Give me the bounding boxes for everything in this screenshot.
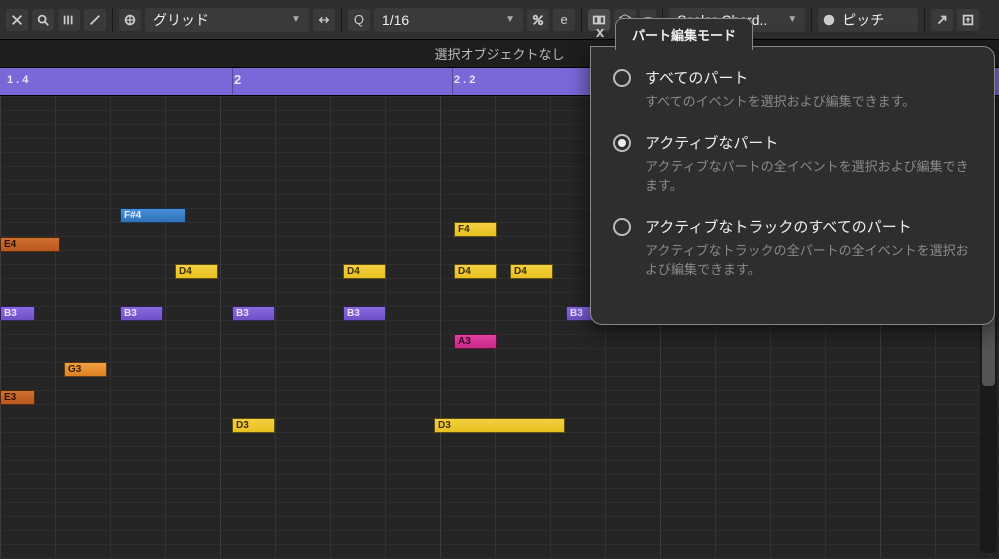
- radio-title: アクティブなトラックのすべてのパート: [645, 216, 972, 237]
- radio-desc: すべてのイベントを選択および編集できます。: [645, 92, 972, 112]
- radio-desc: アクティブなパートの全イベントを選択および編集できます。: [645, 157, 972, 196]
- midi-note[interactable]: A3: [454, 334, 497, 349]
- percent-icon[interactable]: [527, 9, 549, 31]
- selection-status: 選択オブジェクトなし: [434, 44, 564, 63]
- export-icon[interactable]: [957, 9, 979, 31]
- snap-icon[interactable]: [119, 9, 141, 31]
- midi-note[interactable]: E3: [0, 390, 35, 405]
- popover-title: パート編集モード: [615, 18, 753, 50]
- radio-button[interactable]: [613, 69, 631, 87]
- midi-note[interactable]: F#4: [120, 208, 186, 223]
- radio-button[interactable]: [613, 134, 631, 152]
- quantize-icon[interactable]: Q: [348, 9, 370, 31]
- pitch-dropdown[interactable]: ピッチ: [818, 8, 918, 32]
- midi-note[interactable]: G3: [64, 362, 107, 377]
- zoom-icon[interactable]: [32, 9, 54, 31]
- midi-note[interactable]: B3: [120, 306, 163, 321]
- midi-note[interactable]: B3: [343, 306, 386, 321]
- midi-note[interactable]: D3: [232, 418, 275, 433]
- open-window-icon[interactable]: [931, 9, 953, 31]
- midi-note[interactable]: F4: [454, 222, 497, 237]
- e-icon[interactable]: e: [553, 9, 575, 31]
- midi-note[interactable]: D4: [510, 264, 553, 279]
- chevron-down-icon: ▼: [787, 14, 797, 25]
- snap-mode-dropdown[interactable]: グリッド ▼: [145, 8, 309, 32]
- chevron-down-icon: ▼: [505, 14, 515, 25]
- ruler-label: 2: [234, 72, 241, 87]
- radio-title: すべてのパート: [645, 67, 972, 88]
- close-icon[interactable]: [6, 9, 28, 31]
- midi-note[interactable]: B3: [232, 306, 275, 321]
- radio-option[interactable]: アクティブなトラックのすべてのパートアクティブなトラックの全パートの全イベントを…: [613, 216, 972, 280]
- midi-note[interactable]: B3: [0, 306, 35, 321]
- radio-title: アクティブなパート: [645, 132, 972, 153]
- snap-mode-label: グリッド: [153, 10, 209, 30]
- radio-option[interactable]: すべてのパートすべてのイベントを選択および編集できます。: [613, 67, 972, 112]
- ruler-label: 1 . 4: [7, 74, 28, 86]
- columns-icon[interactable]: [58, 9, 80, 31]
- midi-note[interactable]: D3: [434, 418, 565, 433]
- pitch-label: ピッチ: [842, 10, 884, 30]
- quantize-label: 1/16: [382, 12, 409, 28]
- toolbar: グリッド ▼ Q 1/16 ▼ e ▾ Scaler-Chord.. ▼ ピッチ: [0, 0, 999, 40]
- nudge-icon[interactable]: [313, 9, 335, 31]
- midi-note[interactable]: D4: [175, 264, 218, 279]
- popover-close-button[interactable]: x: [589, 21, 611, 43]
- ruler-label: 2 . 2: [454, 74, 475, 86]
- radio-button[interactable]: [613, 218, 631, 236]
- edit-icon[interactable]: [84, 9, 106, 31]
- radio-option[interactable]: アクティブなパートアクティブなパートの全イベントを選択および編集できます。: [613, 132, 972, 196]
- radio-desc: アクティブなトラックの全パートの全イベントを選択および編集できます。: [645, 241, 972, 280]
- midi-note[interactable]: E4: [0, 237, 60, 252]
- midi-note[interactable]: D4: [343, 264, 386, 279]
- quantize-dropdown[interactable]: 1/16 ▼: [374, 8, 523, 32]
- part-edit-mode-popover: x パート編集モード すべてのパートすべてのイベントを選択および編集できます。ア…: [590, 46, 995, 325]
- chevron-down-icon: ▼: [291, 14, 301, 25]
- midi-note[interactable]: D4: [454, 264, 497, 279]
